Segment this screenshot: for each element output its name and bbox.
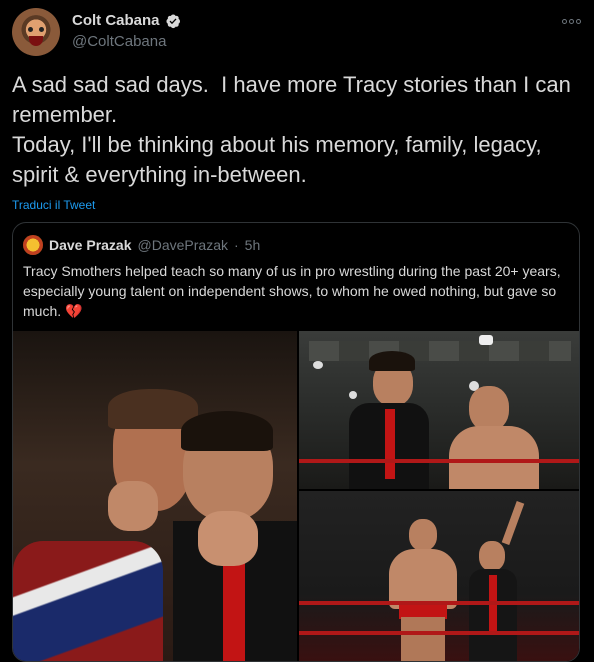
author-display-name[interactable]: Colt Cabana — [72, 12, 160, 29]
author-handle[interactable]: @ColtCabana — [72, 33, 166, 50]
verified-badge-icon — [165, 13, 181, 29]
author-name-row: Colt Cabana — [72, 12, 181, 29]
more-icon[interactable] — [560, 10, 582, 32]
quoted-author-avatar — [23, 235, 43, 255]
quoted-author-handle: @DavePrazak — [137, 237, 228, 253]
quoted-tweet-text: Tracy Smothers helped teach so many of u… — [23, 261, 571, 321]
quoted-timestamp: 5h — [244, 237, 261, 253]
quoted-tweet[interactable]: Dave Prazak @DavePrazak · 5h Tracy Smoth… — [12, 222, 580, 662]
media-grid — [13, 331, 579, 661]
broken-heart-icon: 💔 — [65, 303, 83, 319]
media-photo-ringside[interactable] — [299, 331, 579, 489]
tweet-text: A sad sad sad days. I have more Tracy st… — [12, 72, 571, 187]
translate-link[interactable]: Traduci il Tweet — [12, 198, 95, 212]
author-avatar[interactable] — [12, 8, 60, 56]
media-photo-wrestlers-closeup[interactable] — [13, 331, 297, 661]
quoted-text-body: Tracy Smothers helped teach so many of u… — [23, 263, 561, 319]
media-photo-ring-entrance[interactable] — [299, 491, 579, 661]
quoted-author-name: Dave Prazak — [49, 237, 132, 253]
quoted-tweet-header: Dave Prazak @DavePrazak · 5h — [23, 235, 260, 255]
quoted-separator: · — [233, 237, 239, 253]
